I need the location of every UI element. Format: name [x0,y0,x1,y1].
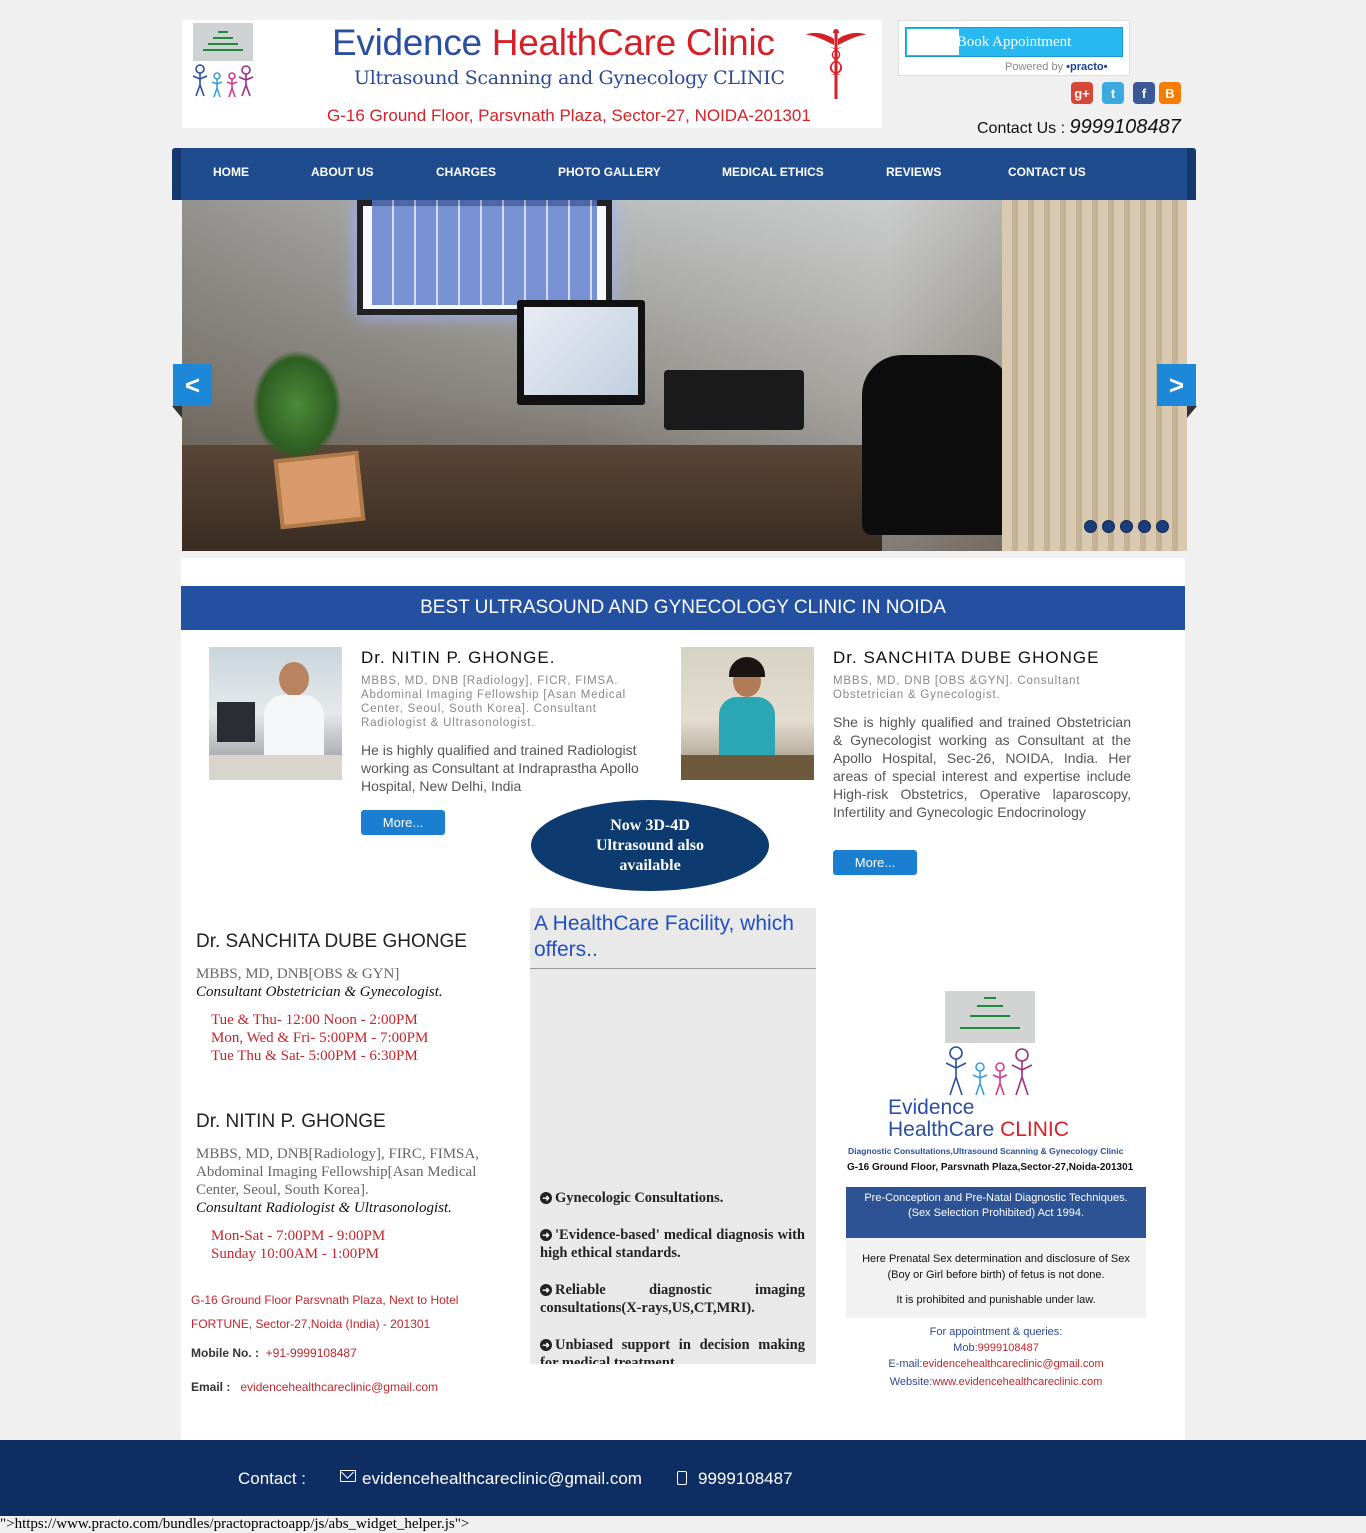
schedule-time: Mon, Wed & Fri- 5:00PM - 7:00PM [211,1030,429,1046]
plant [252,350,342,460]
twitter-icon[interactable]: t [1102,82,1124,104]
more-button-nitin[interactable]: More... [361,810,445,835]
nav-charges[interactable]: CHARGES [436,165,496,179]
facility-item: ➜ Gynecologic Consultations. [540,1189,805,1207]
clinic-address: G-16 Ground Floor, Parsvnath Plaza, Sect… [327,106,811,125]
caduceus-icon [806,29,866,99]
facility-item: ➜ Unbiased support in decision making for… [540,1337,805,1364]
facility-title: A HealthCare Facility, which offers.. [534,912,794,961]
practo-widget: Book Appointment Powered by •practo• [898,20,1130,76]
powered-by-practo: Powered by •practo• [1005,61,1108,73]
card-address: G-16 Ground Floor, Parsvnath Plaza,Secto… [847,1162,1134,1173]
printer [664,370,804,430]
kids-figures-icon [192,64,254,98]
xray-films [372,200,597,305]
schedule-time: Sunday 10:00AM - 1:00PM [211,1246,379,1262]
blogger-icon[interactable]: B [1159,82,1181,104]
facebook-icon[interactable]: f [1133,82,1155,104]
envelope-icon [340,1466,356,1482]
clinic-banner[interactable]: Evidence HealthCare Clinic Ultrasound Sc… [182,20,882,128]
clinic-address-line: G-16 Ground Floor Parsvnath Plaza, Next … [191,1293,459,1307]
more-button-sanchita[interactable]: More... [833,850,917,875]
doctor-name: Dr. NITIN P. GHONGE. [361,648,556,667]
schedule-time: Tue & Thu- 12:00 Noon - 2:00PM [211,1012,418,1028]
schedule-role: Consultant Obstetrician & Gynecologist. [196,984,443,1000]
arrow-circle-icon: ➜ [540,1284,552,1296]
mobile-row: Mobile No. : +91-9999108487 [191,1346,357,1360]
arrow-circle-icon: ➜ [540,1229,552,1241]
slider-next-button[interactable]: > [1157,364,1196,406]
doctor-photo-sanchita [681,647,814,780]
footer: Contact : evidencehealthcareclinic@gmail… [0,1440,1366,1516]
doctor-description: He is highly qualified and trained Radio… [361,742,639,794]
book-appointment-button[interactable]: Book Appointment [905,27,1123,57]
contact-us-phone: Contact Us : 9999108487 [977,116,1181,138]
mobile-number[interactable]: +91-9999108487 [266,1346,357,1360]
3d-4d-ultrasound-badge: Now 3D-4D Ultrasound also available [531,800,769,891]
slider-dot[interactable] [1102,520,1115,533]
doctor-qualifications: MBBS, MD, DNB [OBS &GYN]. Consultant Obs… [833,675,1081,701]
arrow-circle-icon: ➜ [540,1339,552,1351]
doctor-photo-nitin [209,647,342,780]
slider-dot[interactable] [1156,520,1169,533]
slider-dot[interactable] [1084,520,1097,533]
clinic-logo-icon [945,991,1035,1043]
card-subtitle: Diagnostic Consultations,Ultrasound Scan… [848,1146,1124,1156]
kids-figures-icon [945,1046,1033,1096]
clinic-logo-icon [193,23,253,61]
section-heading: BEST ULTRASOUND AND GYNECOLOGY CLINIC IN… [181,586,1185,630]
nav-about-us[interactable]: ABOUT US [311,165,374,179]
stray-script-text: ">https://www.practo.com/bundles/practop… [0,1516,470,1532]
email-row: Email : evidencehealthcareclinic@gmail.c… [191,1380,438,1394]
card-title: Evidence HealthCare CLINIC [888,1096,1069,1141]
slider-dot[interactable] [1120,520,1133,533]
slider-dot[interactable] [1138,520,1151,533]
pcpndt-notice: Pre-Conception and Pre-Natal Diagnostic … [846,1187,1146,1238]
nav-reviews[interactable]: REVIEWS [886,165,941,179]
nav-photo-gallery[interactable]: PHOTO GALLERY [558,165,661,179]
nav-medical-ethics[interactable]: MEDICAL ETHICS [722,165,824,179]
main-nav: HOME ABOUT US CHARGES PHOTO GALLERY MEDI… [181,148,1187,200]
nav-home[interactable]: HOME [213,165,249,179]
hero-slider-image[interactable] [182,200,1187,551]
facility-item: ➜ 'Evidence-based' medical diagnosis with… [540,1227,805,1261]
clinic-title: Evidence HealthCare Clinic [332,22,775,63]
schedule-doctor-name: Dr. NITIN P. GHONGE [196,1111,386,1132]
clinic-subtitle: Ultrasound Scanning and Gynecology CLINI… [354,67,785,89]
doctor-name: Dr. SANCHITA DUBE GHONGE [833,648,1100,667]
email-link[interactable]: evidencehealthcareclinic@gmail.com [240,1380,438,1394]
schedule-time: Mon-Sat - 7:00PM - 9:00PM [211,1228,386,1244]
office-chair [862,355,1012,535]
schedule-qualifications: MBBS, MD, DNB[Radiology], FIRC, FIMSA, A… [196,1146,479,1198]
footer-email[interactable]: evidencehealthcareclinic@gmail.com [362,1469,642,1489]
arrow-circle-icon: ➜ [540,1192,552,1204]
phone-icon [677,1471,687,1485]
footer-contact-label: Contact : [238,1469,307,1488]
nav-contact-us[interactable]: CONTACT US [1008,165,1086,179]
facility-box: A HealthCare Facility, which offers.. ➜ G… [530,908,816,1364]
slider-prev-button[interactable]: < [173,364,212,406]
schedule-role: Consultant Radiologist & Ultrasonologist… [196,1200,452,1216]
prenatal-notice: Here Prenatal Sex determination and disc… [846,1238,1146,1318]
doctor-qualifications: MBBS, MD, DNB [Radiology], FICR, FIMSA. … [361,675,626,729]
facility-item: ➜ Reliable diagnostic imaging consultatio… [540,1282,805,1316]
schedule-doctor-name: Dr. SANCHITA DUBE GHONGE [196,931,467,952]
footer-phone[interactable]: 9999108487 [698,1469,793,1489]
schedule-time: Tue Thu & Sat- 5:00PM - 6:30PM [211,1048,418,1064]
google-plus-icon[interactable]: g+ [1071,82,1093,104]
clinic-address-line: FORTUNE, Sector-27,Noida (India) - 20130… [191,1317,431,1331]
schedule-qualifications: MBBS, MD, DNB[OBS & GYN] [196,966,400,982]
photo-frame [273,450,366,530]
appointment-info: For appointment & queries: Mob:999910848… [888,1326,1104,1388]
doctor-description: She is highly qualified and trained Obst… [833,714,1131,820]
